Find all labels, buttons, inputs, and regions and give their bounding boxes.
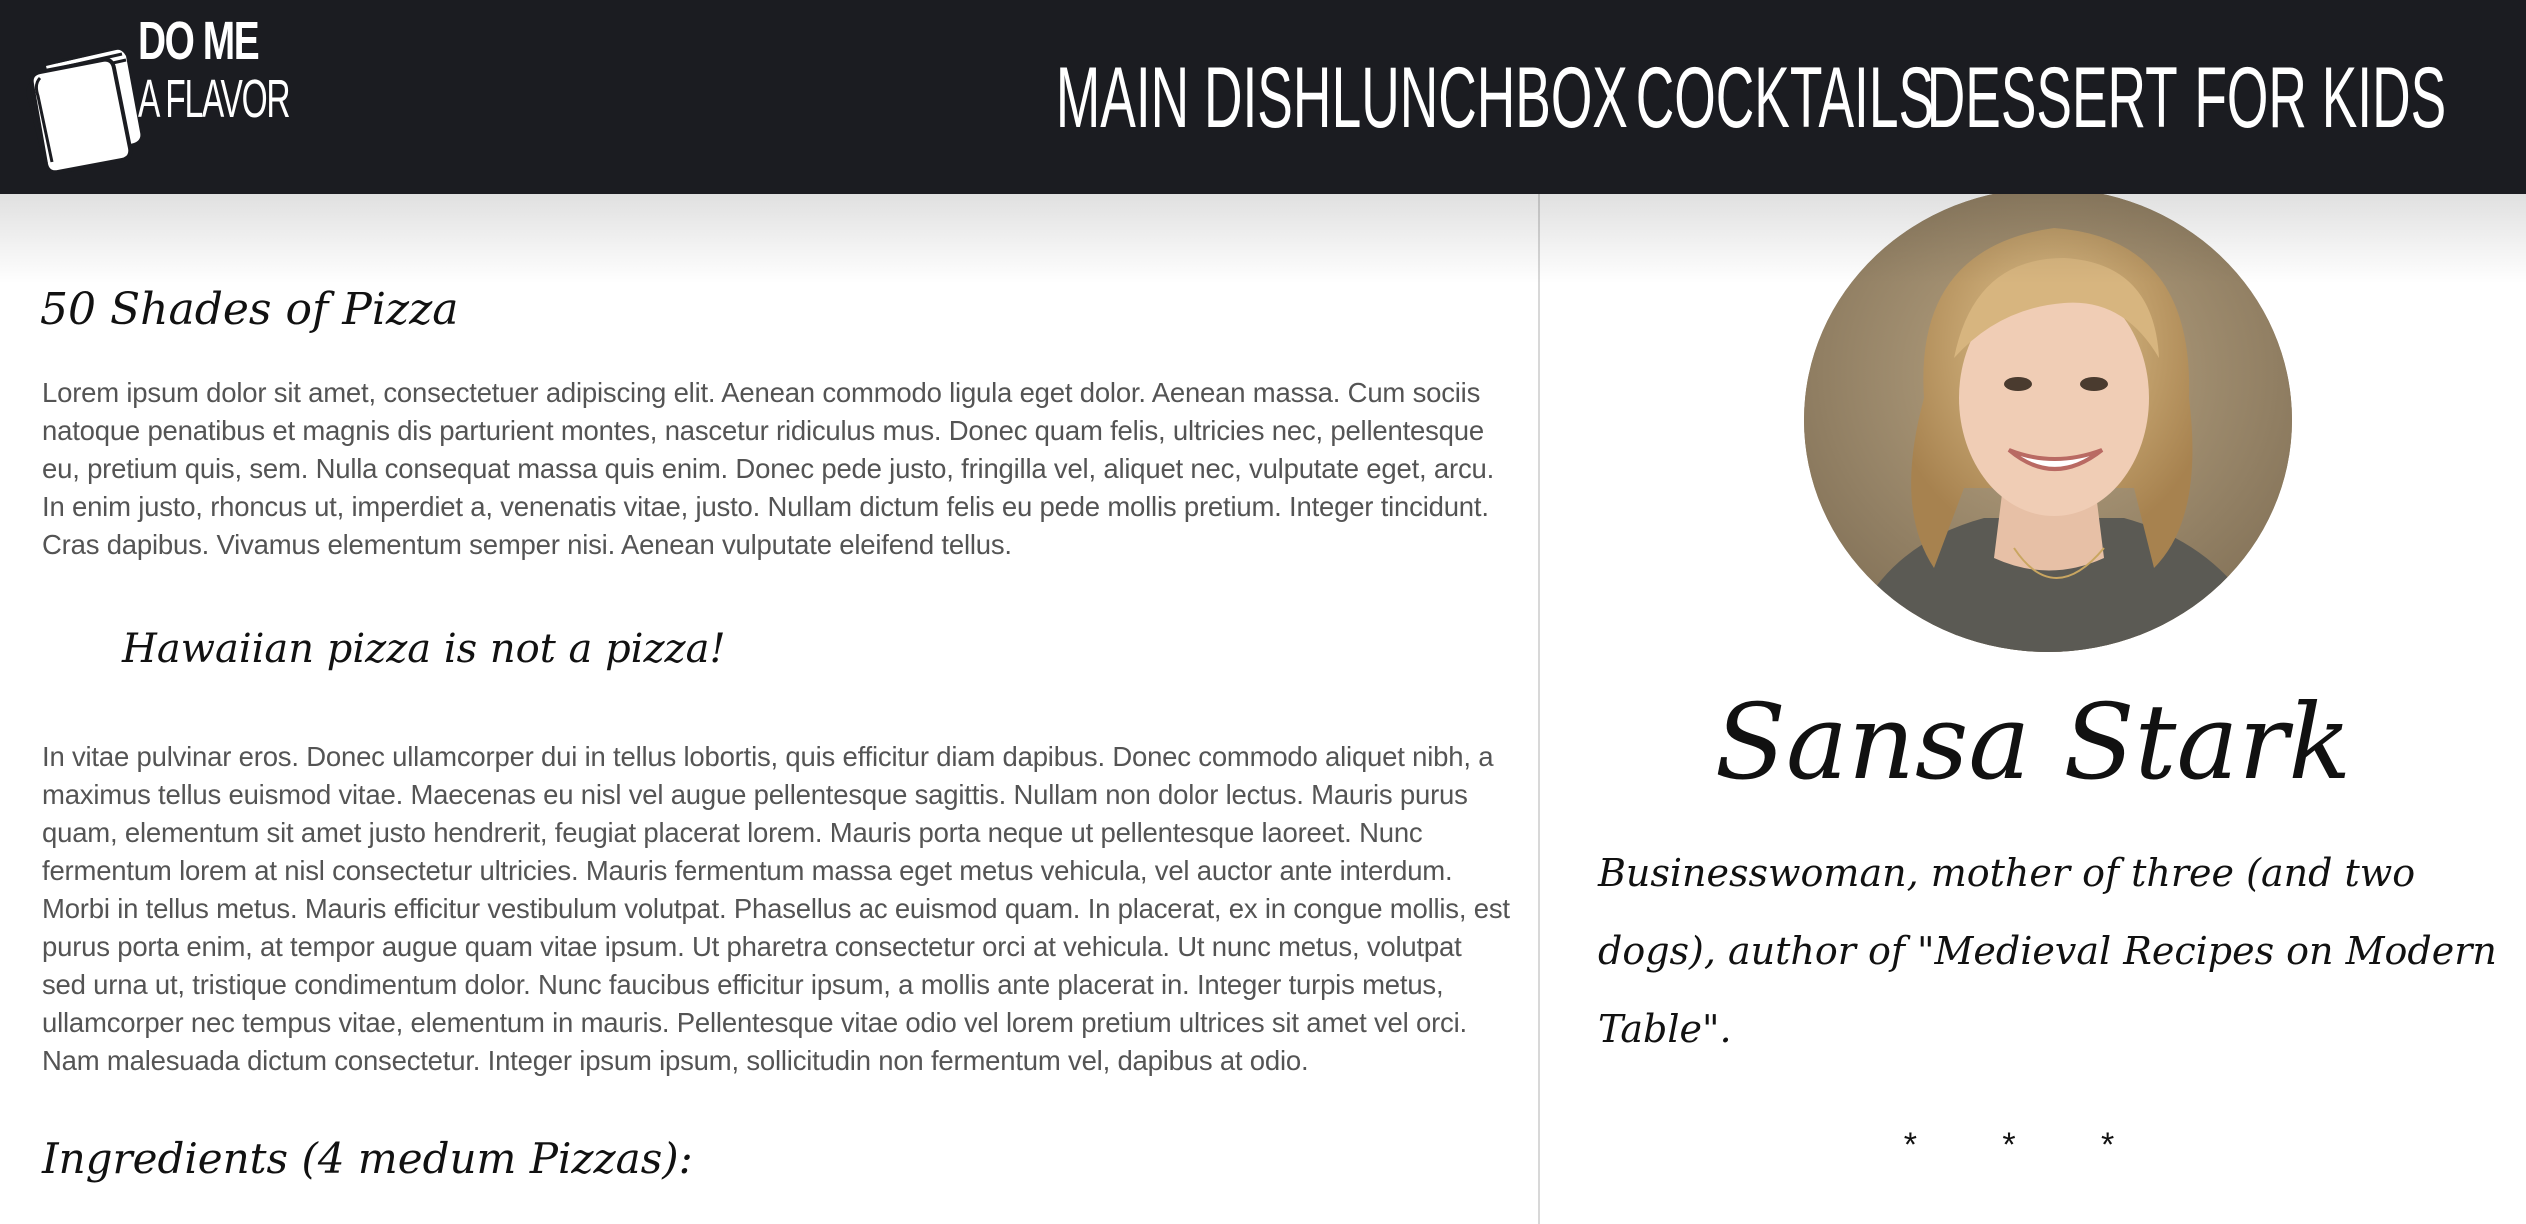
logo-line1: DO ME [138,11,260,71]
article-paragraph-2: In vitae pulvinar eros. Donec ullamcorpe… [42,741,1510,1076]
nav-item-cocktails[interactable]: COCKTAILS [1636,48,1934,148]
author-bio: Businesswoman, mother of three (and two … [1598,851,2497,1051]
book-icon [26,46,141,175]
logo-line2: A FLAVOR [138,69,291,129]
article-title: 50 Shades of Pizza [40,284,459,335]
nav-item-for-kids[interactable]: FOR KIDS [2194,48,2446,148]
site-header: DO ME A FLAVOR MAIN DISH LUNCHBOX COCKTA… [0,0,2526,194]
author-panel: Sansa Stark Businesswoman, mother of thr… [1540,188,2526,1224]
logo-wordmark: DO ME A FLAVOR [138,14,382,126]
article: 50 Shades of Pizza Lorem ipsum dolor sit… [0,194,1538,1224]
nav-item-dessert[interactable]: DESSERT [1927,48,2178,148]
page: DO ME A FLAVOR MAIN DISH LUNCHBOX COCKTA… [0,0,2526,1224]
nav-item-main-dish[interactable]: MAIN DISH [1055,48,1331,148]
main-nav: MAIN DISH LUNCHBOX COCKTAILS DESSERT FOR… [1055,48,2446,148]
author-avatar [1804,188,2292,652]
ingredients-heading: Ingredients (4 medum Pizzas): [42,1134,693,1183]
site-logo[interactable]: DO ME A FLAVOR [26,14,291,175]
article-paragraph-1: Lorem ipsum dolor sit amet, consectetuer… [42,377,1495,560]
author-portrait-image [1804,188,2292,652]
nav-item-lunchbox[interactable]: LUNCHBOX [1332,48,1628,148]
section-separator: * * * [1903,1126,2153,1164]
article-quote: Hawaiian pizza is not a pizza! [122,626,726,672]
author-name: Sansa Stark [1714,681,2352,803]
